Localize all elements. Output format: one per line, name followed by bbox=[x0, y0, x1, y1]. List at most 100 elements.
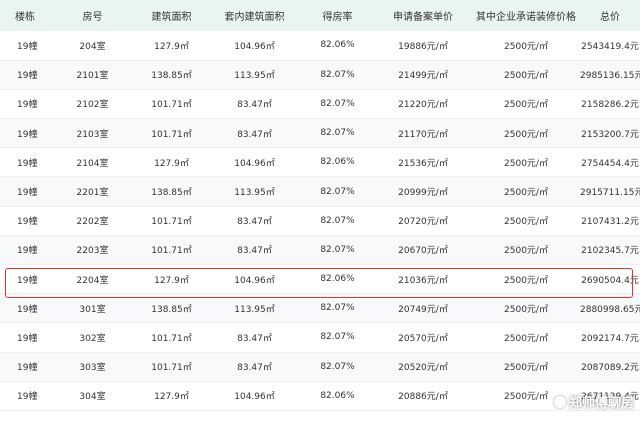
cell-area: 138.85㎡ bbox=[151, 304, 192, 315]
header-room: 房号 bbox=[82, 12, 103, 23]
cell-room: 301室 bbox=[79, 304, 106, 315]
header-decoration: 其中企业承诺装修价格 bbox=[476, 12, 576, 23]
header-area: 建筑面积 bbox=[151, 12, 192, 23]
cell-decoration: 2500元/㎡ bbox=[504, 188, 548, 199]
cell-room: 2102室 bbox=[76, 100, 109, 111]
cell-decoration: 2500元/㎡ bbox=[504, 246, 548, 257]
cell-area: 138.85㎡ bbox=[151, 188, 192, 199]
cell-rate: 82.07% bbox=[320, 303, 355, 314]
table-row: 19幢 2101室 138.85㎡ 113.95㎡ 82.07% 21499元/㎡ 2500… bbox=[0, 60, 640, 90]
cell-total: 2880998.65元 bbox=[580, 304, 640, 315]
cell-unit-price: 20570元/㎡ bbox=[398, 333, 448, 344]
table-row: 19幢 2104室 127.9㎡ 104.96㎡ 82.06% 21536元/㎡ 2500元… bbox=[0, 148, 640, 177]
header-inner-area: 套内建筑面积 bbox=[224, 12, 285, 23]
header-building: 楼栋 bbox=[15, 12, 35, 23]
cell-room: 2101室 bbox=[76, 71, 109, 82]
table-row: 19幢 2203室 101.71㎡ 83.47㎡ 82.07% 20670元/㎡ 2500元… bbox=[0, 235, 640, 265]
cell-room: 2201室 bbox=[76, 188, 109, 199]
cell-decoration: 2500元/㎡ bbox=[504, 41, 548, 52]
table-row: 19幢 302室 101.71㎡ 83.47㎡ 82.07% 20570元/㎡ 2500元/… bbox=[0, 323, 640, 353]
header-rate: 得房率 bbox=[322, 12, 353, 23]
cell-rate: 82.06% bbox=[320, 274, 355, 285]
cell-total: 2153200.7元 bbox=[581, 129, 639, 140]
cell-unit-price: 21036元/㎡ bbox=[398, 275, 448, 286]
cell-area: 127.9㎡ bbox=[154, 158, 189, 169]
cell-inner-area: 104.96㎡ bbox=[234, 158, 275, 169]
cell-room: 304室 bbox=[79, 392, 106, 403]
table-row: 19幢 2202室 101.71㎡ 83.47㎡ 82.07% 20720元/㎡ 2500元… bbox=[0, 206, 640, 236]
cell-area: 101.71㎡ bbox=[151, 333, 192, 344]
table-header-row: 楼栋 房号 建筑面积 套内建筑面积 得房率 申请备案单价 其中企业承诺装修价格 … bbox=[0, 0, 640, 31]
cell-room: 2103室 bbox=[76, 129, 109, 140]
cell-rate: 82.07% bbox=[320, 332, 355, 343]
cell-decoration: 2500元/㎡ bbox=[504, 100, 548, 111]
table-row: 19幢 2201室 138.85㎡ 113.95㎡ 82.07% 20999元/㎡ 2500… bbox=[0, 176, 640, 207]
cell-decoration: 2500元/㎡ bbox=[504, 158, 548, 169]
cell-unit-price: 21536元/㎡ bbox=[398, 158, 448, 169]
cell-decoration: 2500元/㎡ bbox=[504, 363, 548, 374]
cell-area: 101.71㎡ bbox=[151, 100, 192, 111]
cell-decoration: 2500元/㎡ bbox=[504, 333, 548, 344]
table-body: 19幢 204室 127.9㎡ 104.96㎡ 82.06% 19886元/㎡ 2500元/… bbox=[0, 31, 640, 411]
cell-rate: 82.07% bbox=[320, 69, 355, 80]
cell-decoration: 2500元/㎡ bbox=[504, 217, 548, 228]
cell-inner-area: 83.47㎡ bbox=[237, 246, 272, 257]
cell-inner-area: 104.96㎡ bbox=[234, 41, 275, 52]
cell-total: 2102345.7元 bbox=[581, 246, 639, 257]
cell-area: 101.71㎡ bbox=[151, 129, 192, 140]
cell-total: 2915711.15元 bbox=[580, 188, 640, 199]
cell-unit-price: 20749元/㎡ bbox=[398, 304, 448, 315]
cell-area: 127.9㎡ bbox=[154, 41, 189, 52]
cell-area: 138.85㎡ bbox=[151, 71, 192, 82]
cell-rate: 82.06% bbox=[320, 390, 355, 401]
cell-building: 19幢 bbox=[17, 188, 38, 199]
cell-unit-price: 20520元/㎡ bbox=[398, 363, 448, 374]
cell-unit-price: 20999元/㎡ bbox=[398, 188, 448, 199]
table-row: 19幢 204室 127.9㎡ 104.96㎡ 82.06% 19886元/㎡ 2500元/… bbox=[0, 31, 640, 61]
cell-room: 303室 bbox=[79, 363, 106, 374]
table-row: 19幢 2204室 127.9㎡ 104.96㎡ 82.06% 21036元/㎡ 2500元… bbox=[0, 265, 640, 294]
cell-room: 2202室 bbox=[76, 217, 109, 228]
cell-unit-price: 20720元/㎡ bbox=[398, 217, 448, 228]
cell-room: 2104室 bbox=[76, 158, 109, 169]
account-logo-icon bbox=[553, 395, 566, 408]
cell-area: 127.9㎡ bbox=[154, 275, 189, 286]
cell-unit-price: 21499元/㎡ bbox=[398, 71, 448, 82]
cell-unit-price: 21220元/㎡ bbox=[398, 100, 448, 111]
cell-rate: 82.07% bbox=[320, 98, 355, 109]
cell-building: 19幢 bbox=[17, 100, 38, 111]
table-row: 19幢 304室 127.9㎡ 104.96㎡ 82.06% 20886元/㎡ 2500元/… bbox=[0, 381, 640, 411]
cell-inner-area: 113.95㎡ bbox=[234, 304, 275, 315]
cell-decoration: 2500元/㎡ bbox=[504, 275, 548, 286]
cell-area: 101.71㎡ bbox=[151, 363, 192, 374]
cell-inner-area: 83.47㎡ bbox=[237, 129, 272, 140]
cell-building: 19幢 bbox=[17, 363, 38, 374]
cell-building: 19幢 bbox=[17, 304, 38, 315]
cell-building: 19幢 bbox=[17, 217, 38, 228]
cell-building: 19幢 bbox=[17, 129, 38, 140]
price-table: 楼栋 房号 建筑面积 套内建筑面积 得房率 申请备案单价 其中企业承诺装修价格 … bbox=[0, 0, 640, 411]
cell-inner-area: 113.95㎡ bbox=[234, 188, 275, 199]
cell-room: 302室 bbox=[79, 333, 106, 344]
cell-area: 101.71㎡ bbox=[151, 246, 192, 257]
cell-inner-area: 104.96㎡ bbox=[234, 392, 275, 403]
cell-total: 2087089.2元 bbox=[581, 363, 639, 374]
table-row: 19幢 301室 138.85㎡ 113.95㎡ 82.07% 20749元/㎡ 2500元… bbox=[0, 293, 640, 323]
cell-rate: 82.06% bbox=[320, 157, 355, 168]
cell-inner-area: 104.96㎡ bbox=[234, 275, 275, 286]
header-unit-price: 申请备案单价 bbox=[393, 12, 453, 23]
cell-room: 204室 bbox=[79, 41, 106, 52]
cell-rate: 82.07% bbox=[320, 361, 355, 372]
cell-building: 19幢 bbox=[17, 333, 38, 344]
cell-room: 2203室 bbox=[76, 246, 109, 257]
cell-building: 19幢 bbox=[17, 158, 38, 169]
cell-area: 101.71㎡ bbox=[151, 217, 192, 228]
cell-unit-price: 21170元/㎡ bbox=[398, 129, 448, 140]
cell-inner-area: 113.95㎡ bbox=[234, 71, 275, 82]
cell-inner-area: 83.47㎡ bbox=[237, 363, 272, 374]
cell-total: 2754454.4元 bbox=[581, 158, 639, 169]
cell-decoration: 2500元/㎡ bbox=[504, 304, 548, 315]
cell-building: 19幢 bbox=[17, 41, 38, 52]
cell-rate: 82.07% bbox=[320, 186, 355, 197]
cell-total: 2543419.4元 bbox=[581, 41, 639, 52]
